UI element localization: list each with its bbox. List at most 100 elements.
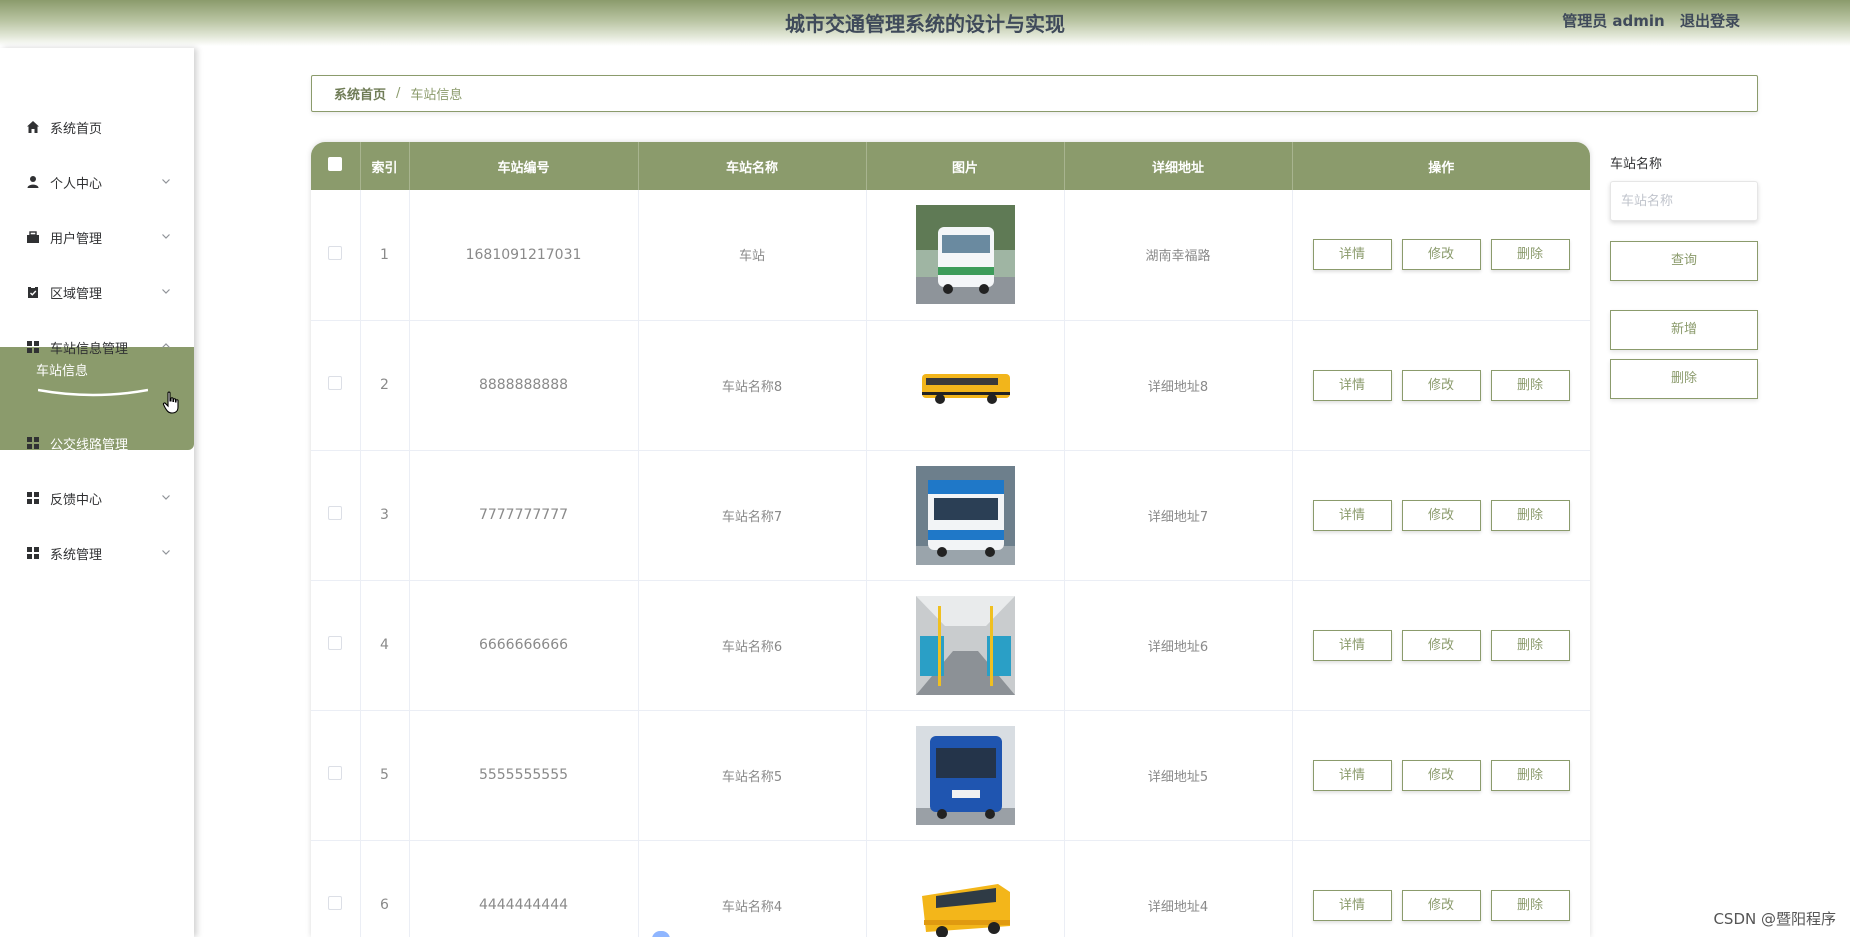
sidebar-item-label: 系统管理 [50, 547, 103, 563]
row-select-cell [311, 450, 361, 581]
swoosh-decoration [38, 388, 148, 397]
name-cell: 车站 [638, 190, 867, 321]
edit-button[interactable]: 修改 [1401, 889, 1481, 921]
user-icon [27, 176, 39, 188]
logout-link[interactable]: 退出登录 [1680, 12, 1740, 30]
sidebar-item-label: 反馈中心 [50, 492, 103, 508]
row-checkbox[interactable] [328, 896, 343, 910]
detail-button[interactable]: 详情 [1312, 629, 1392, 661]
row-checkbox[interactable] [328, 376, 343, 390]
actions-cell: 详情 修改 删除 [1292, 710, 1590, 841]
name-cell: 车站名称7 [638, 450, 867, 581]
row-select-cell [311, 190, 361, 321]
actions-cell: 详情 修改 删除 [1292, 580, 1590, 711]
sidebar-item-label: 公交线路管理 [50, 437, 129, 453]
address-cell: 详细地址7 [1064, 450, 1293, 581]
column-header: 车站编号 [409, 142, 639, 190]
top-header: 城市交通管理系统的设计与实现 管理员 admin 退出登录 [0, 0, 1850, 46]
add-button[interactable]: 新增 [1610, 310, 1758, 350]
index-cell: 6 [360, 840, 410, 937]
delete-button[interactable]: 删除 [1490, 369, 1570, 401]
code-cell: 5555555555 [409, 710, 639, 841]
chevron-down-icon [162, 495, 170, 500]
image-cell [866, 840, 1065, 937]
chevron-down-icon [162, 289, 170, 294]
batch-delete-button[interactable]: 删除 [1610, 359, 1758, 399]
sidebar-item-personal-center[interactable]: 个人中心 [0, 162, 194, 202]
detail-button[interactable]: 详情 [1312, 759, 1392, 791]
edit-button[interactable]: 修改 [1401, 759, 1481, 791]
grid-icon [27, 437, 39, 449]
address-cell: 详细地址5 [1064, 710, 1293, 841]
detail-button[interactable]: 详情 [1312, 889, 1392, 921]
delete-button[interactable]: 删除 [1490, 759, 1570, 791]
delete-button[interactable]: 删除 [1490, 239, 1570, 271]
detail-button[interactable]: 详情 [1312, 369, 1392, 401]
sidebar-item-label: 系统首页 [50, 121, 103, 137]
sidebar-subitem-station-info[interactable]: 车站信息 [0, 347, 194, 391]
column-header: 详细地址 [1064, 142, 1293, 190]
detail-button[interactable]: 详情 [1312, 499, 1392, 531]
breadcrumb-current: 车站信息 [410, 88, 463, 103]
search-label: 车站名称 [1610, 157, 1663, 172]
breadcrumb-home[interactable]: 系统首页 [334, 84, 386, 103]
delete-button[interactable]: 删除 [1490, 629, 1570, 661]
home-icon [27, 121, 39, 133]
sidebar-item-feedback-center[interactable]: 反馈中心 [0, 478, 194, 518]
admin-label: 管理员 admin [1562, 12, 1665, 30]
delete-button[interactable]: 删除 [1490, 889, 1570, 921]
column-header: 车站名称 [638, 142, 867, 190]
row-checkbox[interactable] [328, 766, 343, 780]
index-cell: 2 [360, 320, 410, 451]
chevron-down-icon [162, 550, 170, 555]
column-header: 索引 [360, 142, 410, 190]
row-select-cell [311, 320, 361, 451]
select-all-checkbox[interactable] [328, 157, 343, 171]
white-green-bus-photo [915, 205, 1015, 305]
edit-button[interactable]: 修改 [1401, 369, 1481, 401]
row-select-cell [311, 840, 361, 937]
code-cell: 1681091217031 [409, 190, 639, 321]
image-cell [866, 320, 1065, 451]
code-cell: 7777777777 [409, 450, 639, 581]
row-checkbox[interactable] [328, 506, 343, 520]
grid-icon [27, 547, 39, 559]
sidebar-item-bus-route-management[interactable]: 公交线路管理 [0, 423, 194, 463]
index-cell: 3 [360, 450, 410, 581]
row-select-cell [311, 580, 361, 711]
sidebar-item-area-management[interactable]: 区域管理 [0, 272, 194, 312]
edit-button[interactable]: 修改 [1401, 239, 1481, 271]
table-row: 6 4444444444 车站名称4 详细地址4 详情 修改 删除 [311, 840, 1590, 937]
address-cell: 湖南幸福路 [1064, 190, 1293, 321]
sidebar-item-user-management[interactable]: 用户管理 [0, 217, 194, 257]
actions-cell: 详情 修改 删除 [1292, 190, 1590, 321]
delete-button[interactable]: 删除 [1490, 499, 1570, 531]
station-name-search-input[interactable] [1610, 181, 1758, 221]
detail-button[interactable]: 详情 [1312, 239, 1392, 271]
yellow-school-bus-photo [915, 335, 1015, 435]
select-all-header [311, 142, 361, 190]
row-checkbox[interactable] [328, 636, 343, 650]
sidebar-item-label: 个人中心 [50, 176, 103, 192]
blue-city-bus-photo [915, 725, 1015, 825]
table-header-row: 索引 车站编号 车站名称 图片 详细地址 操作 [311, 142, 1590, 190]
code-cell: 4444444444 [409, 840, 639, 937]
yellow-bus-model-photo [915, 855, 1015, 937]
code-cell: 8888888888 [409, 320, 639, 451]
table-row: 5 5555555555 车站名称5 详细地址5 详情 修改 删除 [311, 710, 1590, 841]
station-table: 索引 车站编号 车站名称 图片 详细地址 操作 1 1681091217031 … [311, 142, 1590, 937]
sidebar-item-system-management[interactable]: 系统管理 [0, 533, 194, 573]
clipboard-icon [28, 286, 38, 298]
edit-button[interactable]: 修改 [1401, 629, 1481, 661]
index-cell: 1 [360, 190, 410, 321]
query-button[interactable]: 查询 [1610, 241, 1758, 281]
blue-white-bus-photo [915, 465, 1015, 565]
hand-cursor-icon [162, 391, 179, 414]
column-header: 操作 [1428, 160, 1455, 176]
sidebar-item-home[interactable]: 系统首页 [0, 107, 194, 147]
user-area: 管理员 admin 退出登录 [1552, 10, 1740, 31]
address-cell: 详细地址8 [1064, 320, 1293, 451]
row-checkbox[interactable] [328, 245, 343, 260]
edit-button[interactable]: 修改 [1401, 499, 1481, 531]
table-row: 4 6666666666 车站名称6 详细地址6 详情 修改 删除 [311, 580, 1590, 711]
